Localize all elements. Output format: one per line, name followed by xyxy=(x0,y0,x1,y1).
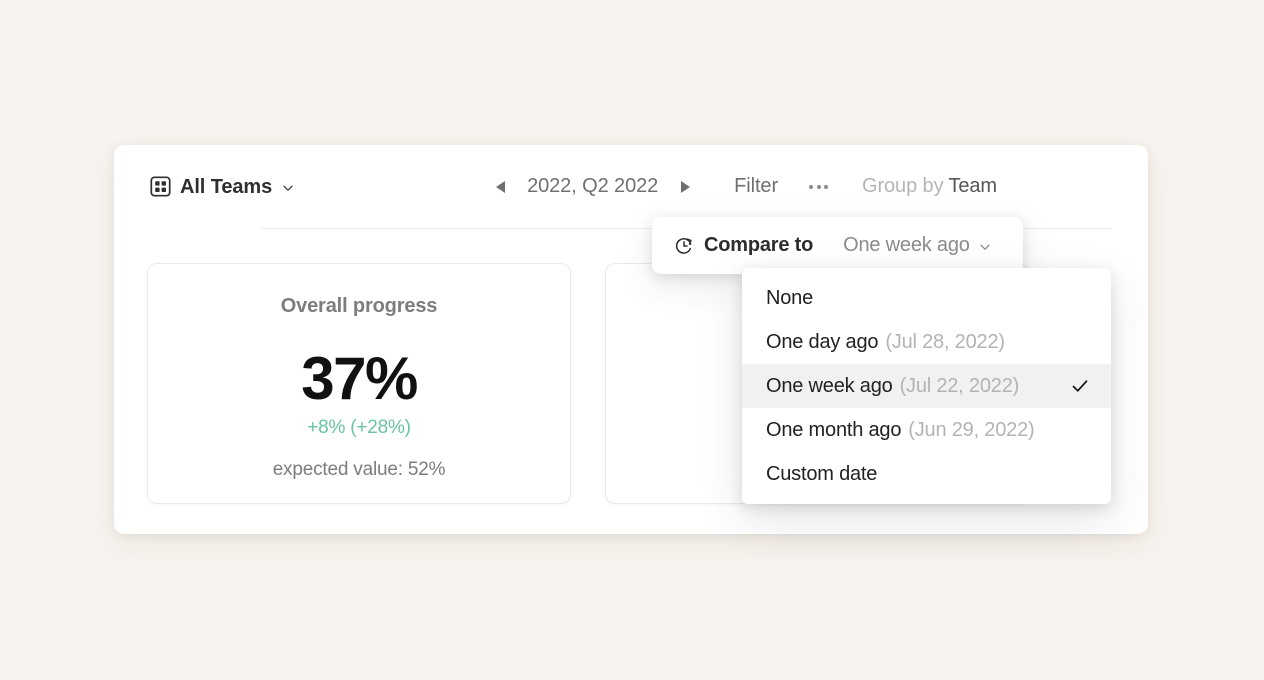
ellipsis-dot xyxy=(809,185,813,189)
screen: All Teams 2022, Q2 2022 Filter xyxy=(0,0,1264,680)
period-label[interactable]: 2022, Q2 2022 xyxy=(527,175,658,198)
compare-to-value: One week ago xyxy=(843,234,970,257)
chevron-down-icon xyxy=(282,181,294,193)
overall-progress-expected: expected value: 52% xyxy=(170,459,548,481)
menu-item-label: None xyxy=(766,287,813,310)
menu-item-date: (Jul 28, 2022) xyxy=(885,331,1005,354)
ellipsis-dot xyxy=(817,185,821,189)
menu-item-date: (Jul 22, 2022) xyxy=(900,375,1020,398)
compare-to-menu: None One day ago (Jul 28, 2022) One week… xyxy=(742,268,1111,504)
menu-item-none[interactable]: None xyxy=(742,276,1111,320)
dashboard-toolbar: All Teams 2022, Q2 2022 Filter xyxy=(114,145,1148,228)
triangle-right-icon xyxy=(681,181,690,193)
compare-to-popover: Compare to One week ago xyxy=(652,217,1023,274)
menu-item-custom-date[interactable]: Custom date xyxy=(742,452,1111,496)
chevron-down-icon xyxy=(979,240,991,252)
overall-progress-value: 37% xyxy=(170,348,548,410)
grid-icon xyxy=(150,176,171,197)
filter-button[interactable]: Filter xyxy=(734,175,778,198)
group-by-control[interactable]: Group byTeam xyxy=(862,175,997,198)
ellipsis-icon[interactable] xyxy=(807,179,830,195)
next-period-button[interactable] xyxy=(672,174,698,200)
period-navigator: 2022, Q2 2022 xyxy=(487,174,698,200)
previous-period-button[interactable] xyxy=(487,174,513,200)
ellipsis-dot xyxy=(824,185,828,189)
menu-item-label: One day ago xyxy=(766,331,878,354)
menu-item-date: (Jun 29, 2022) xyxy=(908,419,1034,442)
menu-item-one-day-ago[interactable]: One day ago (Jul 28, 2022) xyxy=(742,320,1111,364)
card-overall-progress: Overall progress 37% +8% (+28%) expected… xyxy=(147,263,571,504)
triangle-left-icon xyxy=(496,181,505,193)
check-icon xyxy=(1071,377,1089,395)
overall-progress-delta: +8% (+28%) xyxy=(170,417,548,439)
team-selector[interactable]: All Teams xyxy=(150,176,294,197)
group-by-value: Team xyxy=(948,175,997,197)
menu-item-one-week-ago[interactable]: One week ago (Jul 22, 2022) xyxy=(742,364,1111,408)
group-by-label: Group by xyxy=(862,175,943,197)
clock-history-icon xyxy=(674,236,694,256)
menu-item-one-month-ago[interactable]: One month ago (Jun 29, 2022) xyxy=(742,408,1111,452)
compare-to-label: Compare to xyxy=(704,234,813,257)
card-title: Overall progress xyxy=(170,294,548,318)
menu-item-label: One month ago xyxy=(766,419,901,442)
team-label: All Teams xyxy=(180,177,272,197)
card-body: 37% +8% (+28%) expected value: 52% xyxy=(170,348,548,481)
menu-item-label: Custom date xyxy=(766,463,877,486)
menu-item-label: One week ago xyxy=(766,375,893,398)
compare-to-dropdown-trigger[interactable]: One week ago xyxy=(843,234,991,257)
